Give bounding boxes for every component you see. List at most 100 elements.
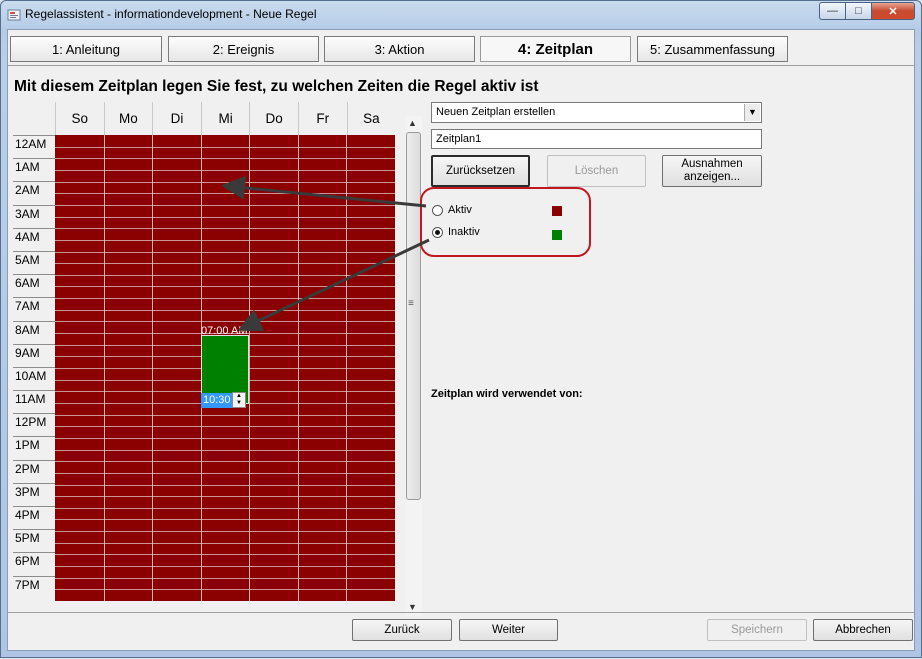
hour-label: 12PM [13, 413, 55, 436]
hour-label: 1PM [13, 436, 55, 459]
wizard-window: Regelassistent - informationdevelopment … [0, 0, 922, 658]
grid-row-line [55, 543, 395, 544]
grid-row-line [55, 286, 395, 287]
grid-row-line [55, 298, 395, 299]
grid-row-line [55, 578, 395, 579]
grid-row-line [55, 240, 395, 241]
delete-button[interactable]: Löschen [547, 155, 646, 187]
grid-row-line [55, 321, 395, 322]
hour-label: 5PM [13, 529, 55, 552]
day-header-di: Di [152, 102, 201, 135]
scrollbar-thumb[interactable] [406, 132, 421, 500]
schedule-select-value: Neuen Zeitplan erstellen [436, 106, 556, 118]
scroll-grip-icon: ≡ [408, 298, 414, 309]
app-icon [7, 9, 21, 21]
reset-button[interactable]: Zurücksetzen [431, 155, 530, 187]
grid-row-line [55, 193, 395, 194]
hour-label: 1AM [13, 158, 55, 181]
grid-row-line [55, 310, 395, 311]
schedule-cells[interactable]: 07:00 AM 10:30 ▲ ▼ [55, 135, 395, 601]
grid-column-line [249, 135, 250, 601]
grid-row-line [55, 531, 395, 532]
grid-row-line [55, 508, 395, 509]
grid-row-line [55, 217, 395, 218]
tab-zeitplan[interactable]: 4: Zeitplan [480, 36, 631, 62]
footer-divider [8, 612, 914, 613]
tab-zusammenfassung[interactable]: 5: Zusammenfassung [637, 36, 788, 62]
back-button[interactable]: Zurück [352, 619, 452, 641]
grid-row-line [55, 519, 395, 520]
grid-row-line [55, 415, 395, 416]
window-title: Regelassistent - informationdevelopment … [25, 7, 317, 21]
grid-row-line [55, 554, 395, 555]
tab-divider [8, 65, 914, 66]
exceptions-button[interactable]: Ausnahmen anzeigen... [662, 155, 762, 187]
end-time-spinner[interactable]: ▲ ▼ [232, 392, 246, 408]
scroll-down-icon[interactable]: ▼ [408, 602, 417, 612]
save-button[interactable]: Speichern [707, 619, 807, 641]
grid-column-line [346, 135, 347, 601]
grid-row-line [55, 170, 395, 171]
title-bar[interactable]: Regelassistent - informationdevelopment … [1, 1, 921, 29]
hour-label: 7PM [13, 575, 55, 599]
cancel-button[interactable]: Abbrechen [813, 619, 913, 641]
block-end-time-input[interactable]: 10:30 [201, 393, 233, 408]
grid-row-line [55, 450, 395, 451]
page-headline: Mit diesem Zeitplan legen Sie fest, zu w… [14, 78, 539, 95]
grid-column-line [152, 135, 153, 601]
schedule-select[interactable]: Neuen Zeitplan erstellen ▼ [431, 102, 762, 123]
hour-label: 11AM [13, 390, 55, 413]
day-header-mo: Mo [103, 102, 153, 135]
hour-label: 6AM [13, 274, 55, 297]
annotation-highlight [420, 187, 591, 257]
hour-label: 3AM [13, 204, 55, 228]
grid-row-line [55, 426, 395, 427]
hour-label: 12AM [13, 135, 55, 158]
tab-anleitung[interactable]: 1: Anleitung [10, 36, 162, 62]
grid-row-line [55, 496, 395, 497]
maximize-icon[interactable]: □ [845, 2, 871, 20]
hour-labels-column: 12AM 1AM 2AM 3AM 4AM 5AM 6AM 7AM 8AM 9AM 10AM 11AM 1… [13, 135, 55, 599]
tab-aktion[interactable]: 3: Aktion [324, 36, 475, 62]
wizard-client-area: 1: Anleitung 2: Ereignis 3: Aktion 4: Ze… [7, 29, 915, 651]
hour-label: 2PM [13, 459, 55, 483]
hour-label: 3PM [13, 482, 55, 506]
hour-label: 4PM [13, 506, 55, 529]
day-header-mi: Mi [200, 102, 250, 135]
hour-label: 6PM [13, 552, 55, 575]
minimize-icon[interactable]: — [819, 2, 845, 20]
scroll-up-icon[interactable]: ▲ [408, 118, 417, 128]
day-header-so: So [55, 102, 104, 135]
block-start-time: 07:00 AM [201, 325, 248, 337]
grid-row-line [55, 438, 395, 439]
grid-row-line [55, 461, 395, 462]
grid-row-line [55, 473, 395, 474]
day-header-do: Do [249, 102, 298, 135]
tab-ereignis[interactable]: 2: Ereignis [168, 36, 319, 62]
hour-label: 8AM [13, 320, 55, 344]
day-header-row: So Mo Di Mi Do Fr Sa [55, 102, 395, 135]
grid-row-line [55, 589, 395, 590]
grid-row-line [55, 228, 395, 229]
grid-row-line [55, 263, 395, 264]
grid-row-line [55, 147, 395, 148]
chevron-down-icon[interactable]: ▼ [744, 104, 760, 121]
day-header-sa: Sa [346, 102, 396, 135]
day-header-fr: Fr [297, 102, 347, 135]
grid-row-line [55, 485, 395, 486]
hour-label: 2AM [13, 181, 55, 204]
grid-row-line [55, 158, 395, 159]
grid-row-line [55, 566, 395, 567]
grid-scrollbar[interactable]: ▲ ≡ ▼ [405, 116, 422, 616]
grid-row-line [55, 252, 395, 253]
close-icon[interactable]: ✕ [871, 2, 915, 20]
next-button[interactable]: Weiter [459, 619, 558, 641]
hour-label: 9AM [13, 343, 55, 367]
grid-row-line [55, 182, 395, 183]
schedule-name-input[interactable]: Zeitplan1 [431, 129, 762, 149]
grid-column-line [104, 135, 105, 601]
hour-label: 7AM [13, 297, 55, 320]
schedule-grid: So Mo Di Mi Do Fr Sa 12AM 1AM 2AM 3AM 4AM 5AM… [13, 102, 395, 601]
hour-label: 10AM [13, 366, 55, 390]
grid-column-line [298, 135, 299, 601]
